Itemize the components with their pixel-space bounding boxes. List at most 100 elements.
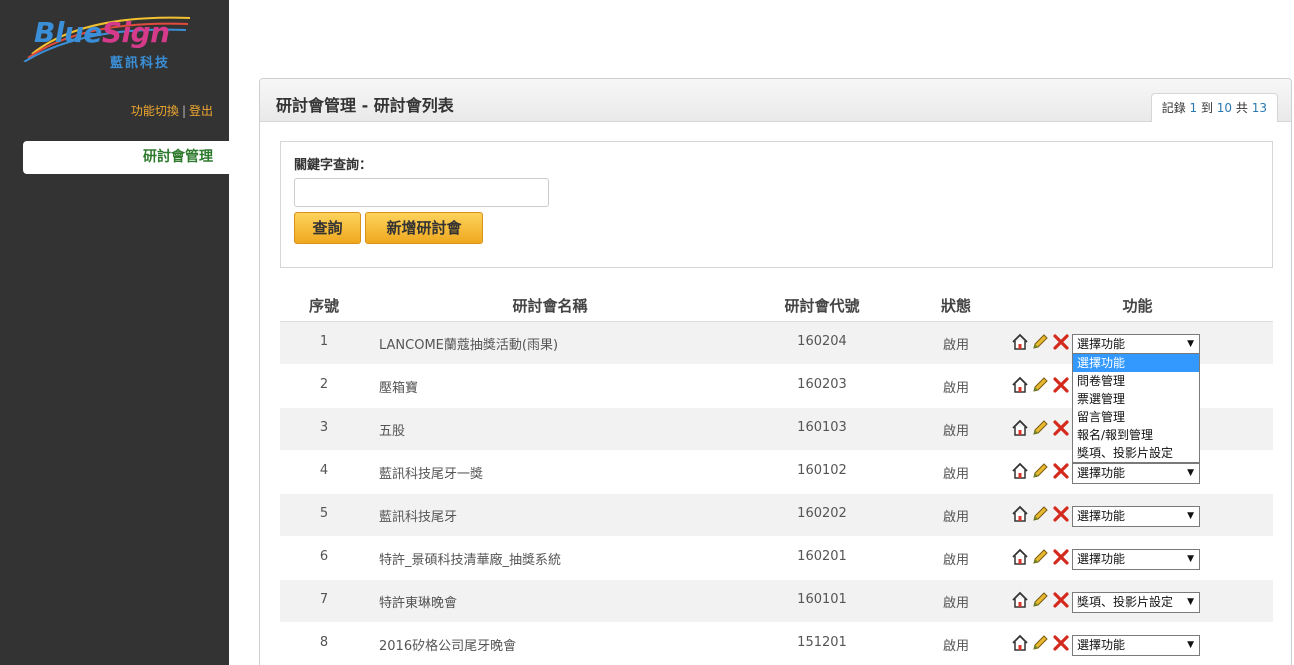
home-icon[interactable] (1011, 591, 1029, 609)
row-code: 160203 (797, 377, 847, 392)
row-no: 6 (319, 549, 329, 564)
row-status: 啟用 (942, 381, 969, 396)
row-action-icons (1011, 634, 1073, 654)
delete-x-icon[interactable] (1052, 634, 1070, 652)
sidebar-item-seminar-management[interactable]: 研討會管理 (23, 141, 229, 174)
home-icon[interactable] (1011, 634, 1029, 652)
logo-blue-text: Blue (34, 16, 102, 49)
panel-header: 研討會管理 - 研討會列表 記錄 1 到 10 共 13 (260, 79, 1291, 122)
home-icon[interactable] (1011, 333, 1029, 351)
record-to: 10 (1216, 101, 1233, 115)
row-status: 啟用 (942, 639, 969, 654)
record-prefix: 記錄 (1161, 101, 1190, 115)
row-code: 160101 (797, 592, 847, 607)
row-name: 藍訊科技尾牙一獎 (379, 467, 484, 482)
pencil-icon[interactable] (1031, 505, 1049, 523)
logo-wordmark: BlueSign (34, 16, 170, 49)
dropdown-option[interactable]: 票選管理 (1073, 390, 1199, 408)
logo-sign-text: Sign (101, 16, 170, 49)
search-section: 關鍵字查詢： 查詢 新增研討會 (280, 141, 1273, 268)
function-select-value: 選擇功能 (1077, 466, 1126, 480)
link-separator: | (181, 104, 186, 118)
dropdown-option[interactable]: 報名/報到管理 (1073, 426, 1199, 444)
pencil-icon[interactable] (1031, 634, 1049, 652)
pencil-icon[interactable] (1031, 333, 1049, 351)
pencil-icon[interactable] (1031, 376, 1049, 394)
pencil-icon[interactable] (1031, 419, 1049, 437)
row-code: 160103 (797, 420, 847, 435)
row-action-icons (1011, 376, 1073, 396)
switch-function-link[interactable]: 功能切換 (131, 104, 179, 118)
row-name: 五股 (379, 424, 406, 439)
function-select[interactable]: 獎項、投影片設定 ▼ (1072, 592, 1200, 613)
pencil-icon[interactable] (1031, 591, 1049, 609)
dropdown-option[interactable]: 獎項、投影片設定 (1073, 444, 1199, 462)
chevron-down-icon: ▼ (1187, 597, 1194, 607)
header-function: 功能 (1122, 297, 1153, 315)
row-name: 特許東琳晚會 (379, 596, 458, 611)
logout-link[interactable]: 登出 (189, 104, 213, 118)
delete-x-icon[interactable] (1052, 419, 1070, 437)
row-status: 啟用 (942, 510, 969, 525)
function-select[interactable]: 選擇功能 ▼ (1072, 506, 1200, 527)
row-no: 1 (319, 334, 329, 349)
chevron-down-icon: ▼ (1187, 468, 1194, 478)
keyword-search-input[interactable] (294, 178, 549, 207)
page-title: 研討會管理 - 研討會列表 (276, 96, 454, 115)
delete-x-icon[interactable] (1052, 376, 1070, 394)
chevron-down-icon: ▼ (1187, 554, 1194, 564)
function-select[interactable]: 選擇功能 ▼ (1072, 635, 1200, 656)
chevron-down-icon: ▼ (1187, 640, 1194, 650)
table-row: 6 特許_景碩科技清華廠_抽獎系統 160201 啟用 選擇功能 ▼ (280, 537, 1273, 580)
row-action-icons (1011, 505, 1073, 525)
row-name: 壓箱寶 (379, 381, 419, 396)
dropdown-option[interactable]: 選擇功能 (1073, 354, 1199, 372)
record-total: 13 (1251, 101, 1267, 115)
function-select-value: 選擇功能 (1077, 509, 1126, 523)
row-action-icons (1011, 548, 1073, 568)
row-code: 160204 (797, 334, 847, 349)
header-status: 狀態 (940, 297, 971, 315)
header-code: 研討會代號 (784, 297, 860, 315)
seminar-table: 序號 研討會名稱 研討會代號 狀態 功能 1 LANCOME蘭蔻抽獎活動(雨果)… (280, 285, 1273, 665)
home-icon[interactable] (1011, 376, 1029, 394)
home-icon[interactable] (1011, 548, 1029, 566)
delete-x-icon[interactable] (1052, 462, 1070, 480)
row-code: 160202 (797, 506, 847, 521)
record-from: 1 (1189, 101, 1198, 115)
record-count-tab: 記錄 1 到 10 共 13 (1150, 93, 1278, 122)
function-select-value: 獎項、投影片設定 (1077, 595, 1174, 609)
delete-x-icon[interactable] (1052, 333, 1070, 351)
function-select[interactable]: 選擇功能 ▼ (1072, 463, 1200, 484)
home-icon[interactable] (1011, 419, 1029, 437)
row-no: 5 (319, 506, 329, 521)
delete-x-icon[interactable] (1052, 548, 1070, 566)
row-action-icons (1011, 419, 1073, 439)
function-select[interactable]: 選擇功能 ▼ (1072, 334, 1200, 355)
row-name: LANCOME蘭蔻抽獎活動(雨果) (379, 338, 559, 353)
row-code: 160102 (797, 463, 847, 478)
home-icon[interactable] (1011, 505, 1029, 523)
delete-x-icon[interactable] (1052, 591, 1070, 609)
keyword-search-label: 關鍵字查詢： (294, 158, 373, 173)
row-no: 2 (319, 377, 329, 392)
function-dropdown-list: 選擇功能 問卷管理 票選管理 留言管理 報名/報到管理 獎項、投影片設定 (1072, 353, 1200, 463)
header-no: 序號 (308, 297, 339, 315)
add-seminar-button[interactable]: 新增研討會 (365, 212, 483, 244)
row-action-icons (1011, 333, 1073, 353)
query-button[interactable]: 查詢 (294, 212, 361, 244)
pencil-icon[interactable] (1031, 462, 1049, 480)
dropdown-option[interactable]: 問卷管理 (1073, 372, 1199, 390)
pencil-icon[interactable] (1031, 548, 1049, 566)
top-links: 功能切換 | 登出 (131, 102, 213, 119)
home-icon[interactable] (1011, 462, 1029, 480)
row-status: 啟用 (942, 424, 969, 439)
row-name: 特許_景碩科技清華廠_抽獎系統 (379, 553, 562, 568)
row-action-icons (1011, 462, 1073, 482)
logo-subtitle: 藍訊科技 (110, 56, 171, 71)
dropdown-option[interactable]: 留言管理 (1073, 408, 1199, 426)
row-status: 啟用 (942, 338, 969, 353)
delete-x-icon[interactable] (1052, 505, 1070, 523)
function-select-value: 選擇功能 (1077, 638, 1126, 652)
function-select[interactable]: 選擇功能 ▼ (1072, 549, 1200, 570)
